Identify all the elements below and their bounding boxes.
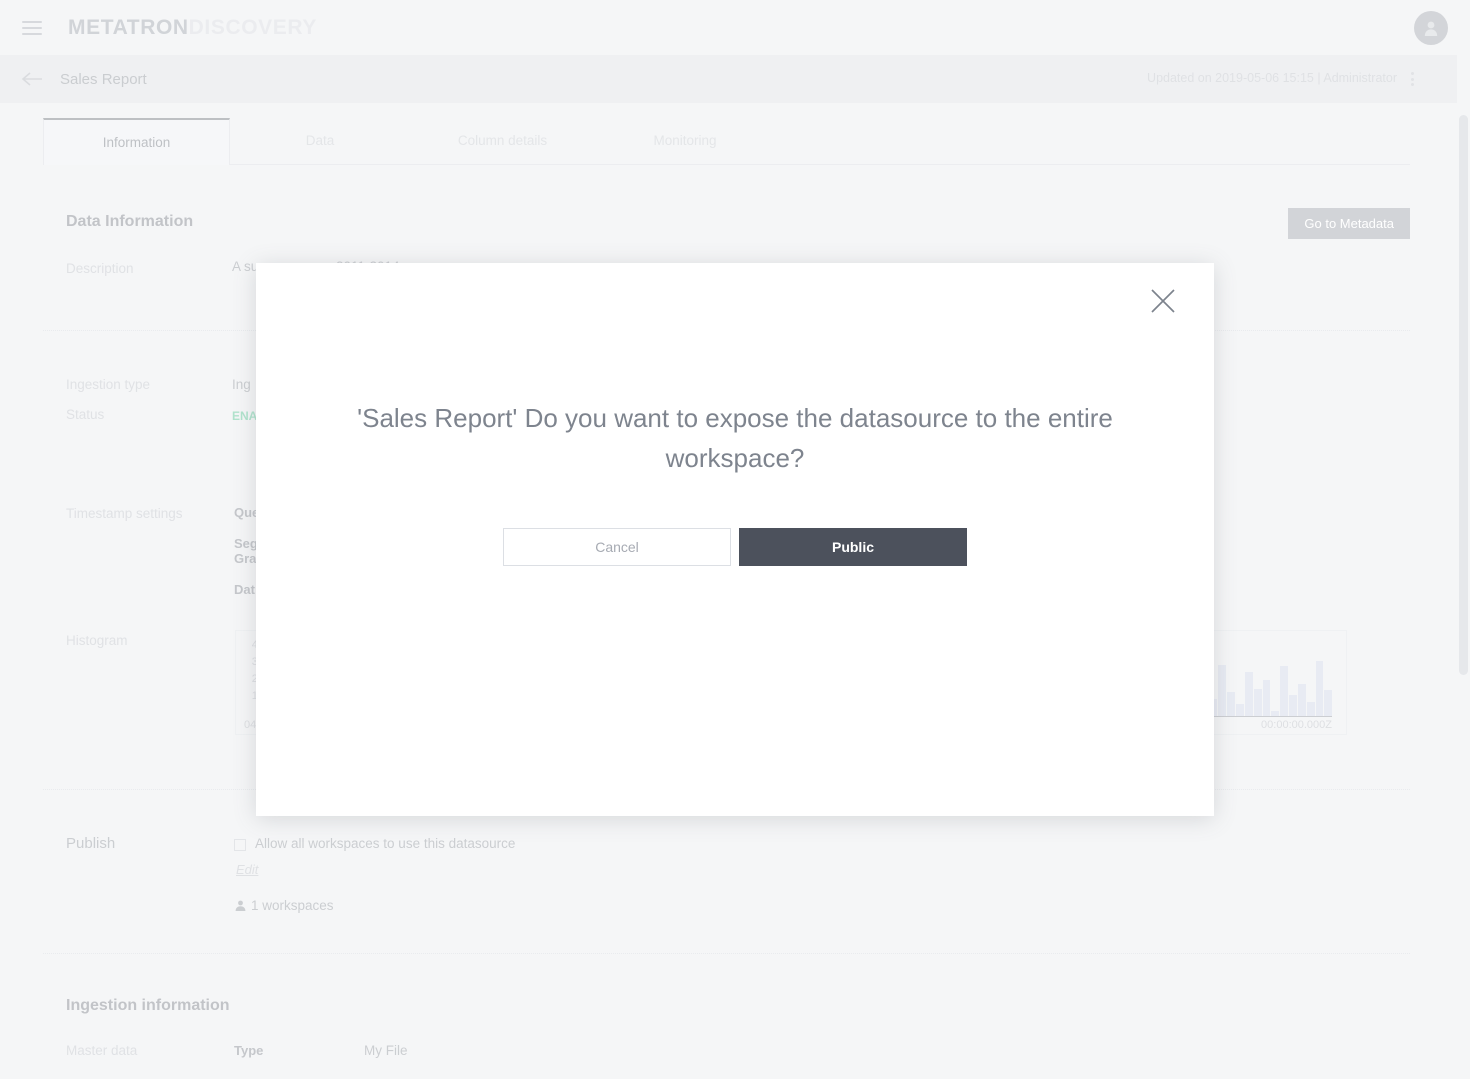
modal-actions: Cancel Public bbox=[256, 528, 1214, 566]
close-icon[interactable] bbox=[1143, 281, 1183, 321]
cancel-button[interactable]: Cancel bbox=[503, 528, 731, 566]
public-button[interactable]: Public bbox=[739, 528, 967, 566]
modal-message: 'Sales Report' Do you want to expose the… bbox=[357, 403, 1113, 474]
publish-confirm-modal: 'Sales Report' Do you want to expose the… bbox=[256, 263, 1214, 816]
